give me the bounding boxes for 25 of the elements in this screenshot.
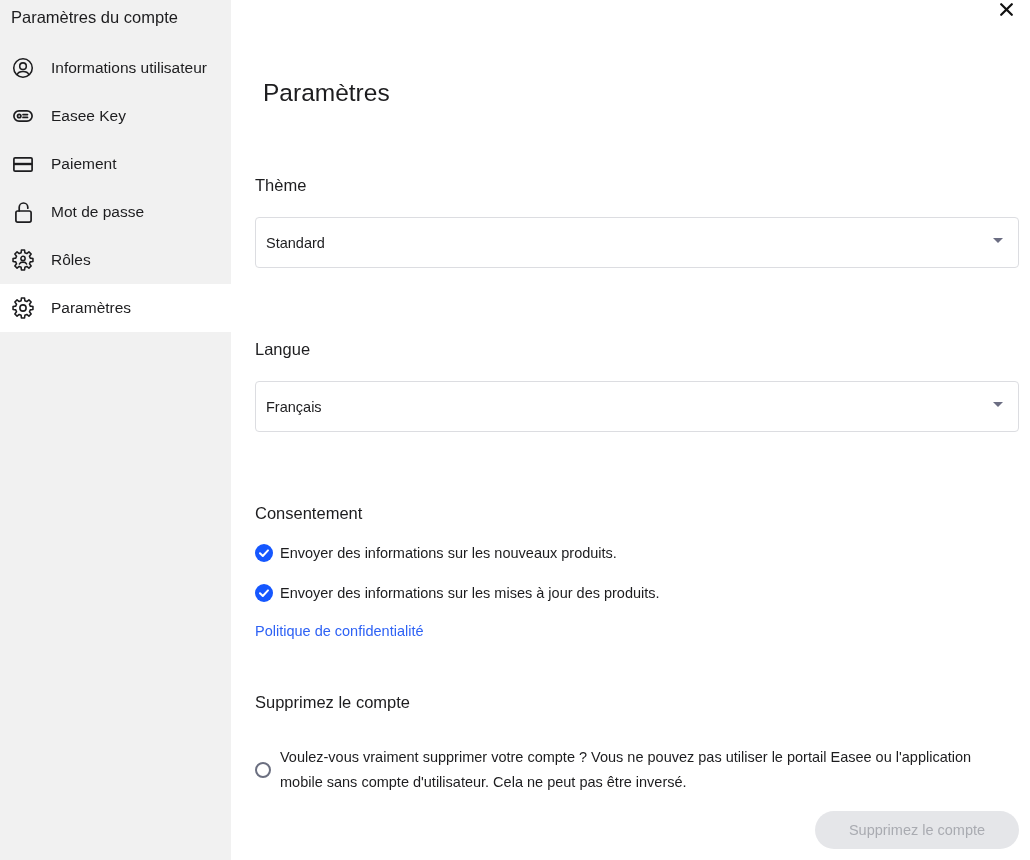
credit-card-icon (13, 156, 33, 172)
section-title: Langue (255, 339, 312, 359)
checkbox[interactable] (255, 584, 273, 602)
sidebar-title: Paramètres du compte (10, 7, 179, 28)
caret-icon (993, 238, 1003, 243)
dropdown-field[interactable]: Standard (255, 217, 1019, 268)
gear-person-icon (12, 249, 34, 271)
padlock-icon (14, 201, 32, 223)
checkbox-label: Envoyer des informations sur les nouveaux produits. (280, 545, 617, 561)
checkbox-label: Envoyer des informations sur les mises à jour des produits. (280, 585, 660, 601)
caret-icon (993, 402, 1003, 407)
user-icon (12, 57, 34, 79)
section-title: Consentement (255, 503, 364, 523)
close-icon[interactable] (1000, 3, 1013, 16)
radio-button[interactable] (255, 762, 271, 778)
page-heading: Paramètres (263, 78, 391, 108)
settings-icon (12, 297, 34, 319)
section-title: Thème (255, 175, 308, 195)
section-title: Supprimez le compte (255, 692, 411, 712)
key-card-icon (13, 110, 33, 122)
confirmation-text: Voulez-vous vraiment supprimer votre compte ? Vous ne pouvez pas utiliser le portail Easee ou l'application mobile sans compte d'utilisateur. Cela ne peut pas être inversé. (280, 748, 973, 792)
privacy-policy-link[interactable]: Politique de confidentialité (255, 623, 424, 639)
checkbox[interactable] (255, 544, 273, 562)
dropdown-field[interactable]: Français (255, 381, 1019, 432)
sidebar-item[interactable]: Paramètres (0, 284, 231, 332)
